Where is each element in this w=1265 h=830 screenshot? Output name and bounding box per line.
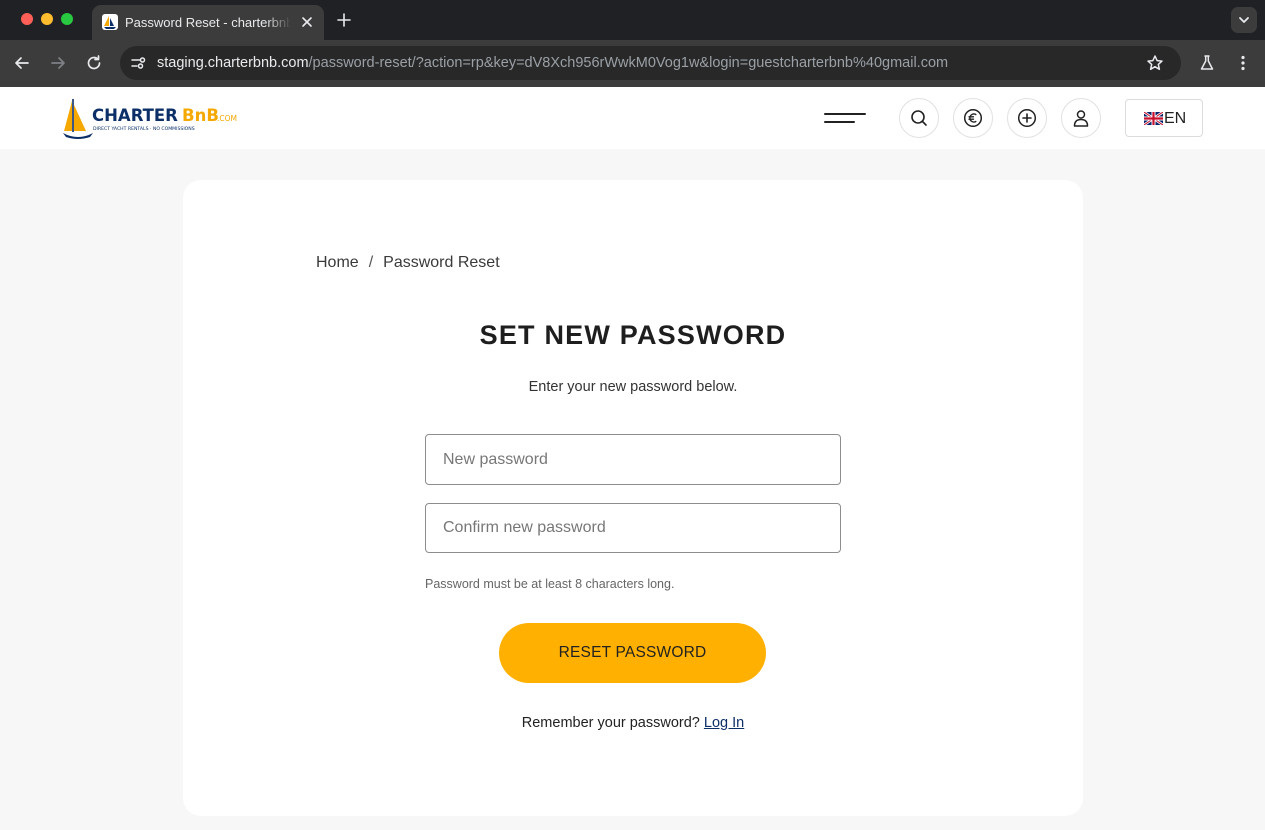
chevron-down-icon[interactable] bbox=[1231, 7, 1257, 33]
uk-flag-icon bbox=[1143, 110, 1164, 127]
close-icon[interactable] bbox=[298, 13, 316, 31]
browser-toolbar: staging.charterbnb.com/password-reset/?a… bbox=[0, 40, 1265, 87]
flask-icon[interactable] bbox=[1197, 53, 1217, 73]
login-link[interactable]: Log In bbox=[704, 715, 744, 731]
more-vertical-icon[interactable] bbox=[1233, 53, 1253, 73]
forward-arrow-icon[interactable] bbox=[48, 53, 68, 73]
browser-tab[interactable]: Password Reset - charterbnb bbox=[92, 5, 324, 40]
page-title: SET NEW PASSWORD bbox=[479, 320, 787, 350]
logo-accent: BnB bbox=[182, 106, 219, 125]
logo-tagline: DIRECT YACHT RENTALS · NO COMMISSIONS bbox=[93, 126, 195, 132]
breadcrumb-current: Password Reset bbox=[383, 254, 500, 271]
password-hint: Password must be at least 8 characters l… bbox=[425, 577, 675, 591]
site-info-icon[interactable] bbox=[128, 53, 148, 73]
breadcrumb-separator: / bbox=[368, 254, 374, 271]
reload-icon[interactable] bbox=[84, 53, 104, 73]
language-label: EN bbox=[1164, 110, 1187, 127]
logo-suffix: .COM bbox=[217, 114, 237, 123]
charterbnb-logo[interactable]: CHARTER BnB .COM DIRECT YACHT RENTALS · … bbox=[62, 95, 252, 139]
menu-icon[interactable] bbox=[824, 111, 866, 125]
plus-icon[interactable] bbox=[334, 10, 354, 30]
user-icon bbox=[1073, 110, 1089, 127]
address-bar[interactable]: staging.charterbnb.com/password-reset/?a… bbox=[120, 46, 1181, 80]
breadcrumb: Home / Password Reset bbox=[316, 253, 500, 273]
back-arrow-icon[interactable] bbox=[12, 53, 32, 73]
tab-strip: Password Reset - charterbnb bbox=[0, 0, 1265, 40]
search-icon bbox=[911, 110, 927, 126]
reset-password-button[interactable]: RESET PASSWORD bbox=[499, 623, 766, 683]
new-password-input[interactable] bbox=[425, 434, 841, 485]
favicon-icon bbox=[102, 14, 118, 30]
window-close-button[interactable] bbox=[21, 13, 33, 25]
url-text: staging.charterbnb.com/password-reset/?a… bbox=[157, 54, 948, 72]
url-host: staging.charterbnb.com bbox=[157, 55, 309, 71]
window-zoom-button[interactable] bbox=[61, 13, 73, 25]
logo-name: CHARTER bbox=[92, 106, 178, 125]
currency-button[interactable] bbox=[953, 98, 993, 138]
add-listing-button[interactable] bbox=[1007, 98, 1047, 138]
confirm-password-input[interactable] bbox=[425, 503, 841, 553]
window-minimize-button[interactable] bbox=[41, 13, 53, 25]
password-reset-card: Home / Password Reset SET NEW PASSWORD Ent… bbox=[183, 180, 1083, 816]
search-button[interactable] bbox=[899, 98, 939, 138]
url-path: /password-reset/?action=rp&key=dV8Xch956… bbox=[308, 55, 949, 71]
account-button[interactable] bbox=[1061, 98, 1101, 138]
language-selector[interactable]: EN bbox=[1125, 99, 1203, 137]
star-icon[interactable] bbox=[1145, 53, 1165, 73]
site-header: CHARTER BnB .COM DIRECT YACHT RENTALS · … bbox=[0, 87, 1265, 149]
page-subtitle: Enter your new password below. bbox=[528, 379, 738, 395]
add-icon bbox=[1017, 108, 1037, 128]
tab-title: Password Reset - charterbnb bbox=[125, 15, 291, 30]
remember-text: Remember your password? bbox=[521, 715, 700, 731]
login-prompt: Remember your password? Log In bbox=[183, 714, 1083, 732]
euro-icon bbox=[963, 108, 983, 128]
breadcrumb-home-link[interactable]: Home bbox=[316, 254, 359, 271]
browser-chrome: Password Reset - charterbnb staging.char… bbox=[0, 0, 1265, 87]
